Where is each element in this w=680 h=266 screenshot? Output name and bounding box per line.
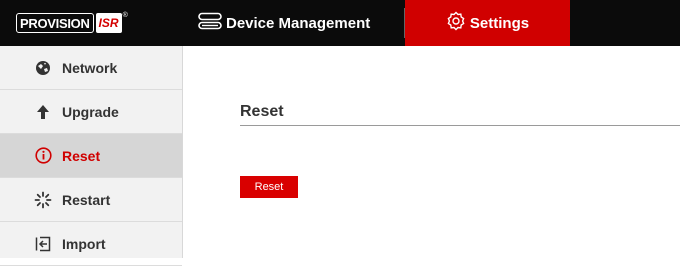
spinner-icon: [34, 191, 52, 209]
sidebar-item-label: Network: [62, 59, 118, 76]
settings-sidebar: Network Upgrade Reset Restart Import: [0, 46, 183, 266]
page-title: Reset: [240, 103, 284, 120]
tab-device-management-label: Device Management: [226, 14, 371, 32]
sidebar-item-network[interactable]: Network: [0, 46, 182, 90]
sidebar-item-label: Reset: [62, 147, 101, 164]
sidebar-item-label: Import: [62, 235, 106, 252]
logo-badge-text: ISR: [95, 13, 122, 33]
top-nav-bar: PROVISION ISR ® Device Management Settin…: [0, 0, 680, 46]
tab-device-management[interactable]: Device Management: [198, 0, 404, 46]
logo-brand-text: PROVISION: [16, 13, 94, 33]
sidebar-item-label: Restart: [62, 191, 111, 208]
sidebar-item-restart[interactable]: Restart: [0, 178, 182, 222]
device-management-icon: [198, 12, 222, 34]
provision-isr-logo: PROVISION ISR ®: [16, 12, 128, 34]
import-icon: [34, 235, 52, 253]
info-circle-icon: [34, 147, 52, 165]
sidebar-item-reset[interactable]: Reset: [0, 134, 182, 178]
sidebar-item-label: Upgrade: [62, 103, 119, 120]
title-divider: [240, 125, 680, 126]
tab-settings[interactable]: Settings: [405, 0, 570, 46]
sidebar-item-import[interactable]: Import: [0, 222, 182, 266]
arrow-up-icon: [34, 103, 52, 121]
logo-registered-mark: ®: [122, 12, 128, 19]
sidebar-item-upgrade[interactable]: Upgrade: [0, 90, 182, 134]
gear-icon: [446, 11, 466, 35]
globe-icon: [34, 59, 52, 77]
tab-settings-label: Settings: [469, 14, 530, 32]
reset-button[interactable]: Reset: [240, 176, 298, 198]
